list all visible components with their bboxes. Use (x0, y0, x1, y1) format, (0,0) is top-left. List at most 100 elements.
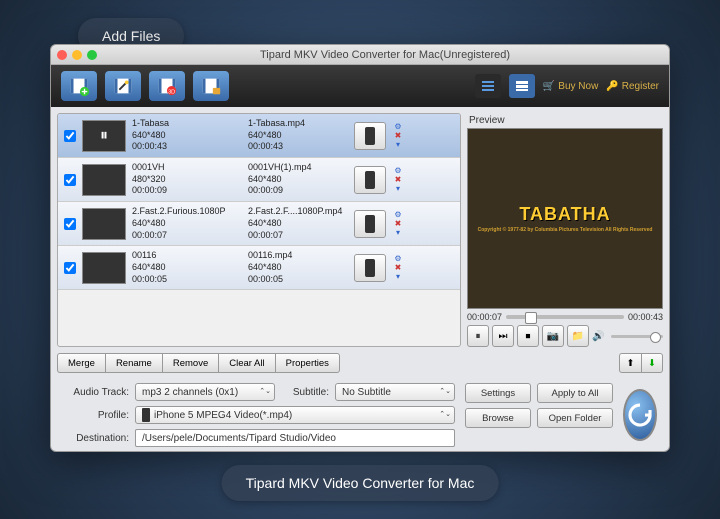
row-checkbox[interactable] (64, 130, 76, 142)
table-row[interactable]: 1-Tabasa640*48000:00:431-Tabasa.mp4640*4… (58, 114, 460, 158)
preview-time-row: 00:00:07 00:00:43 (467, 309, 663, 325)
out-res: 640*480 (248, 218, 348, 230)
list-action-group: Merge Rename Remove Clear All Properties (57, 353, 340, 373)
snapshot-folder-button[interactable]: 📁 (567, 325, 589, 347)
row-settings-icon[interactable]: ⚙ (392, 123, 404, 131)
device-button[interactable] (354, 210, 386, 238)
edit-button[interactable] (105, 71, 141, 101)
subtitle-label: Subtitle: (281, 387, 329, 398)
table-row[interactable]: 2.Fast.2.Furious.1080P640*48000:00:072.F… (58, 202, 460, 246)
row-expand-icon[interactable]: ▾ (392, 273, 404, 281)
row-delete-icon[interactable]: ✖ (392, 220, 404, 228)
minimize-button[interactable] (72, 50, 82, 60)
row-settings-icon[interactable]: ⚙ (392, 167, 404, 175)
register-label: Register (622, 81, 659, 92)
properties-button[interactable]: Properties (275, 353, 340, 373)
open-folder-button[interactable]: Open Folder (537, 408, 613, 428)
table-row[interactable]: 00116 640*480 00:00:05 00116.mp4640*48000:0… (58, 246, 460, 290)
device-button[interactable] (354, 254, 386, 282)
snapshot-button[interactable]: 📷 (542, 325, 564, 347)
volume-slider[interactable] (611, 335, 663, 338)
convert-icon (625, 400, 655, 430)
close-button[interactable] (57, 50, 67, 60)
key-icon: 🔑 (606, 81, 618, 92)
content-area: 1-Tabasa640*48000:00:431-Tabasa.mp4640*4… (51, 107, 669, 353)
out-dur: 00:00:09 (248, 185, 348, 197)
convert-button[interactable] (623, 389, 657, 441)
titlebar: Tipard MKV Video Converter for Mac(Unreg… (51, 45, 669, 65)
add-file-button[interactable] (61, 71, 97, 101)
detail-icon (515, 80, 529, 92)
row-delete-icon[interactable]: ✖ (392, 132, 404, 140)
source-col: 1-Tabasa640*48000:00:43 (132, 118, 242, 153)
browse-button[interactable]: Browse (465, 408, 531, 428)
view-list-button[interactable] (475, 74, 501, 98)
remove-button[interactable]: Remove (162, 353, 218, 373)
app-window: Tipard MKV Video Converter for Mac(Unreg… (50, 44, 670, 452)
clip-button[interactable] (193, 71, 229, 101)
out-res: 640*480 (248, 262, 348, 274)
subtitle-select[interactable]: No Subtitle (335, 383, 455, 401)
row-expand-icon[interactable]: ▾ (392, 185, 404, 193)
output-col: 00116.mp4640*48000:00:05 (248, 250, 348, 285)
audio-track-select[interactable]: mp3 2 channels (0x1) (135, 383, 275, 401)
file-dur: 00:00:05 (132, 274, 242, 286)
profile-select[interactable]: iPhone 5 MPEG4 Video(*.mp4) (135, 406, 455, 424)
next-frame-button[interactable]: ⏭ (492, 325, 514, 347)
device-icon (142, 408, 150, 422)
preview-label: Preview (467, 113, 663, 128)
preview-seek-slider[interactable] (506, 315, 624, 319)
file-dur: 00:00:09 (132, 185, 242, 197)
stop-button[interactable]: ⏹ (517, 325, 539, 347)
profile-label: Profile: (63, 410, 129, 421)
merge-button[interactable]: Merge (57, 353, 105, 373)
row-checkbox[interactable] (64, 174, 76, 186)
rename-button[interactable]: Rename (105, 353, 162, 373)
play-pause-button[interactable]: ⏸ (467, 325, 489, 347)
destination-label: Destination: (63, 433, 129, 444)
output-col: 1-Tabasa.mp4640*48000:00:43 (248, 118, 348, 153)
zoom-button[interactable] (87, 50, 97, 60)
callout-app-name: Tipard MKV Video Converter for Mac (222, 465, 499, 501)
row-checkbox[interactable] (64, 262, 76, 274)
row-settings-icon[interactable]: ⚙ (392, 255, 404, 263)
out-res: 640*480 (248, 174, 348, 186)
device-button[interactable] (354, 122, 386, 150)
clear-all-button[interactable]: Clear All (218, 353, 274, 373)
move-group: ⬆ ⬇ (619, 353, 663, 373)
move-down-button[interactable]: ⬇ (641, 353, 663, 373)
row-checkbox[interactable] (64, 218, 76, 230)
buy-now-link[interactable]: 🛒 Buy Now (543, 81, 598, 92)
row-delete-icon[interactable]: ✖ (392, 176, 404, 184)
output-col: 2.Fast.2.F....1080P.mp4640*48000:00:07 (248, 206, 348, 241)
row-expand-icon[interactable]: ▾ (392, 229, 404, 237)
table-row[interactable]: 0001VH480*32000:00:090001VH(1).mp4640*48… (58, 158, 460, 202)
register-link[interactable]: 🔑 Register (606, 81, 659, 92)
settings-button[interactable]: Settings (465, 383, 531, 403)
apply-all-button[interactable]: Apply to All (537, 383, 613, 403)
move-up-button[interactable]: ⬆ (619, 353, 641, 373)
filmstrip-clip-icon (200, 75, 222, 97)
file-name: 2.Fast.2.Furious.1080P (132, 206, 242, 218)
effect-button[interactable]: 3D (149, 71, 185, 101)
preview-screen: TABATHA Copyright © 1977-82 by Columbia … (467, 128, 663, 309)
row-delete-icon[interactable]: ✖ (392, 264, 404, 272)
out-res: 640*480 (248, 130, 348, 142)
view-detail-button[interactable] (509, 74, 535, 98)
row-settings-icon[interactable]: ⚙ (392, 211, 404, 219)
file-name: 00116 (132, 250, 242, 262)
traffic-lights (57, 50, 97, 60)
file-list[interactable]: 1-Tabasa640*48000:00:431-Tabasa.mp4640*4… (57, 113, 461, 347)
list-icon (481, 80, 495, 92)
preview-duration: 00:00:43 (628, 312, 663, 322)
destination-field[interactable]: /Users/pele/Documents/Tipard Studio/Vide… (135, 429, 455, 447)
preview-current-time: 00:00:07 (467, 312, 502, 322)
row-expand-icon[interactable]: ▾ (392, 141, 404, 149)
row-controls: ⚙✖▾ (392, 255, 404, 281)
file-name: 1-Tabasa (132, 118, 242, 130)
buy-now-label: Buy Now (558, 81, 598, 92)
preview-overlay-subtitle: Copyright © 1977-82 by Columbia Pictures… (478, 227, 653, 233)
device-button[interactable] (354, 166, 386, 194)
output-col: 0001VH(1).mp4640*48000:00:09 (248, 162, 348, 197)
out-dur: 00:00:43 (248, 141, 348, 153)
